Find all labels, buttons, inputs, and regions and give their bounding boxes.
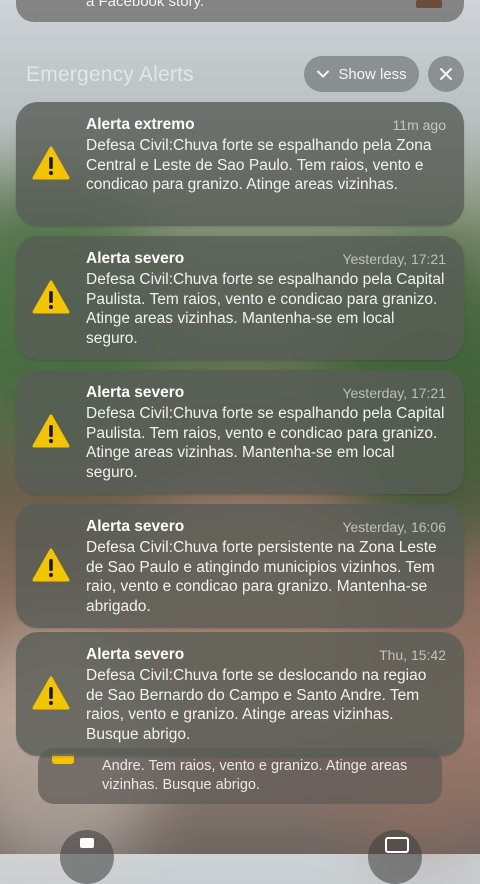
previous-notification[interactable]: a Facebook story.	[16, 0, 464, 22]
alert-time: Thu, 15:42	[379, 647, 446, 663]
alert-time: Yesterday, 16:06	[342, 519, 446, 535]
alert-title: Alerta severo	[86, 518, 185, 535]
section-title: Emergency Alerts	[26, 63, 194, 86]
flashlight-button[interactable]	[60, 830, 114, 884]
alert-card[interactable]: Alerta severo Yesterday, 17:21 Defesa Ci…	[16, 236, 464, 360]
previous-notification-text: a Facebook story.	[86, 0, 205, 10]
alert-body: Defesa Civil:Chuva forte se deslocando n…	[86, 667, 427, 743]
stacked-notification[interactable]: Andre. Tem raios, vento e granizo. Ating…	[38, 748, 442, 804]
notification-thumbnail	[416, 0, 442, 8]
alert-card[interactable]: Alerta severo Yesterday, 16:06 Defesa Ci…	[16, 504, 464, 628]
flashlight-icon	[80, 838, 94, 848]
alert-card[interactable]: Alerta severo Yesterday, 17:21 Defesa Ci…	[16, 370, 464, 494]
close-icon	[440, 68, 452, 80]
camera-icon	[385, 837, 409, 853]
alert-title: Alerta extremo	[86, 116, 195, 133]
show-less-label: Show less	[338, 65, 407, 83]
camera-button[interactable]	[368, 830, 422, 884]
warning-triangle-icon	[32, 280, 70, 314]
warning-triangle-icon	[32, 146, 70, 180]
show-less-button[interactable]: Show less	[304, 56, 419, 92]
alert-title: Alerta severo	[86, 384, 185, 401]
chevron-down-icon	[317, 70, 330, 78]
alert-body: Defesa Civil:Chuva forte se espalhando p…	[86, 405, 445, 481]
alert-time: Yesterday, 17:21	[342, 385, 446, 401]
alert-card[interactable]: Alerta severo Thu, 15:42 Defesa Civil:Ch…	[16, 632, 464, 756]
alert-body: Defesa Civil:Chuva forte persistente na …	[86, 539, 437, 615]
warning-triangle-icon	[32, 676, 70, 710]
emergency-alerts-header: Emergency Alerts Show less	[0, 54, 480, 94]
close-button[interactable]	[428, 56, 464, 92]
alert-title: Alerta severo	[86, 250, 185, 267]
alert-time: 11m ago	[392, 117, 446, 133]
warning-triangle-icon	[32, 548, 70, 582]
alert-body: Defesa Civil:Chuva forte se espalhando p…	[86, 137, 432, 194]
stacked-notification-body: Andre. Tem raios, vento e granizo. Ating…	[102, 758, 408, 793]
alert-time: Yesterday, 17:21	[342, 251, 446, 267]
warning-triangle-icon	[32, 414, 70, 448]
alert-card[interactable]: Alerta extremo 11m ago Defesa Civil:Chuv…	[16, 102, 464, 226]
alert-title: Alerta severo	[86, 646, 185, 663]
alert-body: Defesa Civil:Chuva forte se espalhando p…	[86, 271, 445, 347]
